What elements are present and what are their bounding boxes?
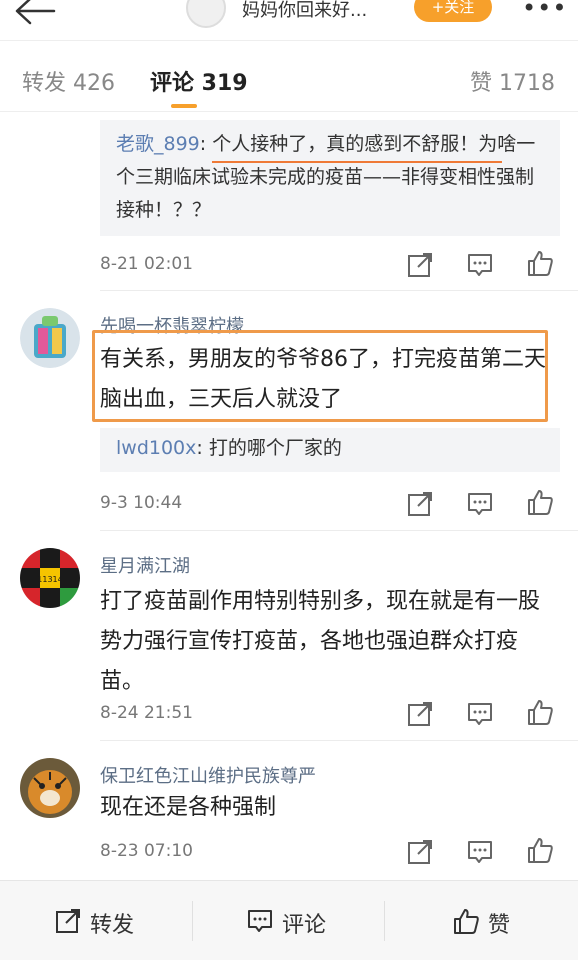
comment-time: 8-23 07:10: [100, 841, 193, 861]
reply-text: lwd100x: 打的哪个厂家的: [116, 437, 342, 459]
user-avatar[interactable]: 11314: [20, 548, 80, 608]
repost-icon[interactable]: [54, 907, 82, 935]
reply-username[interactable]: lwd100x: [116, 437, 196, 459]
reply-text: 老歌_899: 个人接种了，真的感到不舒服！为啥一个三期临床试验未完成的疫苗——…: [116, 133, 536, 221]
repost-button[interactable]: 转发: [90, 907, 134, 939]
author-avatar[interactable]: [186, 0, 226, 28]
like-icon[interactable]: [526, 836, 554, 864]
bottom-action-bar: 转发 评论 赞: [0, 880, 578, 960]
weibo-comments-page: 妈妈你回来好... +关注 ••• 转发 426 评论 319 赞 1718 老…: [0, 0, 578, 960]
share-icon[interactable]: [406, 490, 434, 518]
tab-comment[interactable]: 评论 319: [150, 65, 248, 97]
follow-button[interactable]: +关注: [414, 0, 492, 22]
user-avatar[interactable]: [20, 308, 80, 368]
like-icon[interactable]: [526, 488, 554, 516]
like-icon[interactable]: [452, 907, 480, 935]
annotation-box: [92, 330, 548, 422]
divider: [100, 290, 578, 291]
comment-icon[interactable]: [466, 700, 494, 728]
comment-icon[interactable]: [466, 838, 494, 866]
comment-icon[interactable]: [466, 490, 494, 518]
comment-time: 8-24 21:51: [100, 703, 193, 723]
share-icon[interactable]: [406, 700, 434, 728]
reply-username[interactable]: 老歌_899: [116, 133, 200, 155]
username[interactable]: 星月满江湖: [100, 552, 190, 578]
reply-block[interactable]: 老歌_899: 个人接种了，真的感到不舒服！为啥一个三期临床试验未完成的疫苗——…: [100, 120, 560, 236]
comment-text: 打了疫苗副作用特别特别多，现在就是有一股势力强行宣传打疫苗，各地也强迫群众打疫苗…: [100, 589, 541, 694]
active-tab-indicator: [171, 104, 197, 108]
user-avatar[interactable]: [20, 758, 80, 818]
comment-icon[interactable]: [466, 251, 494, 279]
divider: [100, 530, 578, 531]
separator: [384, 901, 385, 941]
separator: [192, 901, 193, 941]
comment-time: 8-21 02:01: [100, 254, 193, 274]
annotation-underline: [212, 161, 502, 163]
divider: [100, 740, 578, 741]
comment-text: 现在还是各种强制: [100, 795, 277, 820]
username[interactable]: 保卫红色江山维护民族尊严: [100, 762, 316, 788]
post-title[interactable]: 妈妈你回来好...: [242, 0, 367, 22]
tab-repost[interactable]: 转发 426: [22, 65, 115, 97]
like-icon[interactable]: [526, 249, 554, 277]
tab-bar: 转发 426 评论 319 赞 1718: [0, 40, 578, 112]
comment-time: 9-3 10:44: [100, 493, 183, 513]
avatar-label: 11314: [37, 575, 62, 584]
reply-block[interactable]: lwd100x: 打的哪个厂家的: [100, 428, 560, 472]
back-arrow-icon[interactable]: [12, 0, 58, 26]
comment-icon[interactable]: [246, 907, 274, 935]
tab-like[interactable]: 赞 1718: [470, 65, 555, 97]
share-icon[interactable]: [406, 251, 434, 279]
share-icon[interactable]: [406, 838, 434, 866]
top-bar: 妈妈你回来好... +关注 •••: [0, 0, 578, 40]
like-icon[interactable]: [526, 698, 554, 726]
more-icon[interactable]: •••: [522, 0, 567, 22]
like-button[interactable]: 赞: [488, 907, 510, 939]
comment-button[interactable]: 评论: [282, 907, 326, 939]
